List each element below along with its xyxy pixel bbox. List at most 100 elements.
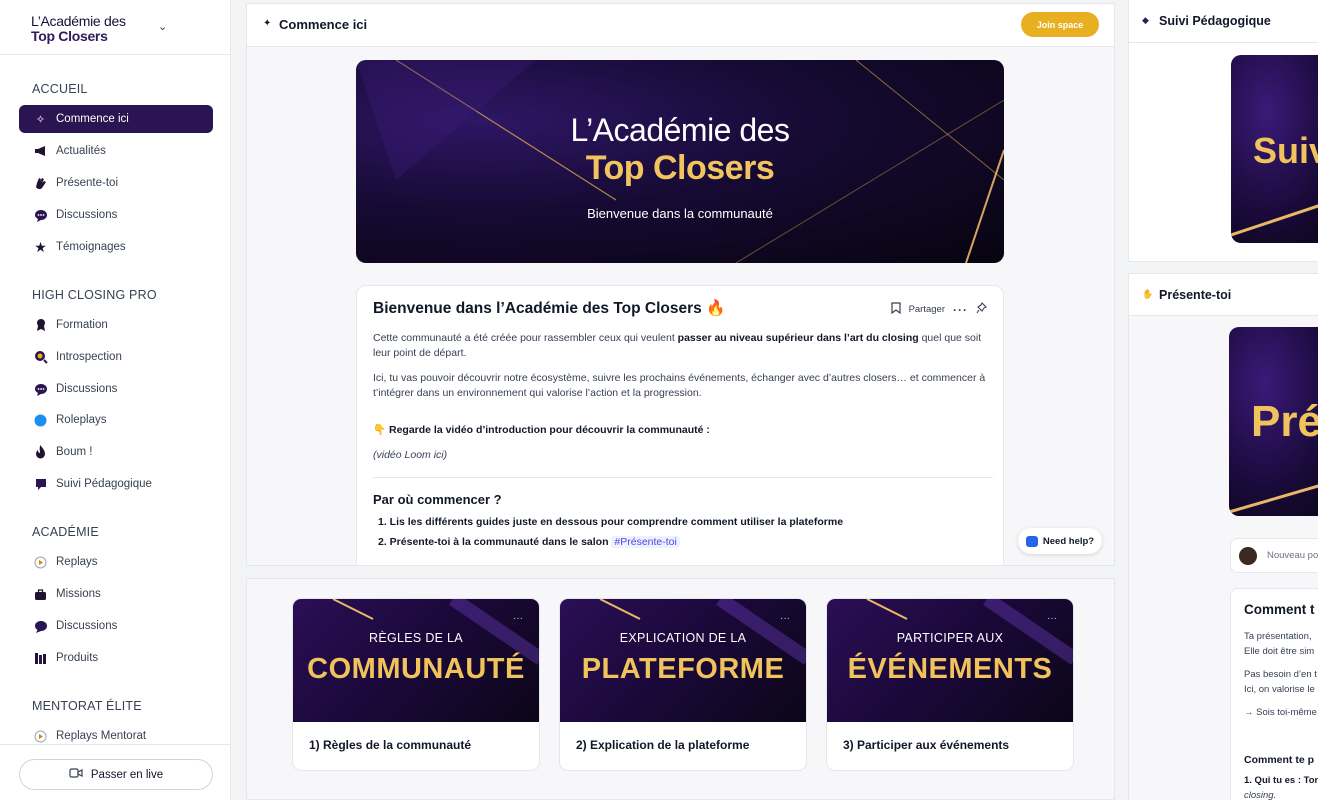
- sidebar-item-replays-mentorat[interactable]: Replays Mentorat: [19, 722, 213, 750]
- magnifier-icon: [33, 350, 48, 365]
- steps-list: 1. Lis les différents guides juste en de…: [373, 515, 993, 550]
- panel-title: Présente-toi: [1159, 288, 1232, 302]
- sidebar-item-discussions-academie[interactable]: Discussions: [19, 612, 213, 640]
- need-help-button[interactable]: Need help?: [1018, 528, 1102, 554]
- sidebar-item-introspection[interactable]: Introspection: [19, 343, 213, 371]
- sidebar-item-discussions[interactable]: Discussions: [19, 201, 213, 229]
- card-title: 2) Explication de la plateforme: [576, 738, 750, 752]
- new-post-placeholder: Nouveau po: [1267, 550, 1318, 561]
- panel-image[interactable]: Pré: [1229, 327, 1318, 516]
- divider: [373, 477, 993, 478]
- text-italic: (vidéo Loom ici): [373, 449, 448, 461]
- go-live-button[interactable]: Passer en live: [19, 759, 213, 790]
- post-body: Cette communauté a été créée pour rassem…: [373, 331, 993, 555]
- guide-card[interactable]: RÈGLES DE LA COMMUNAUTÉ ··· 1) Règles de…: [292, 598, 540, 771]
- sidebar-item-label: Témoignages: [56, 241, 126, 253]
- avatar: [1239, 547, 1257, 565]
- panel-image[interactable]: Suiv: [1231, 55, 1318, 243]
- chat-bubble-icon: [33, 382, 48, 397]
- wave-hand-icon: ✋: [1142, 289, 1154, 299]
- guide-card[interactable]: EXPLICATION DE LA PLATEFORME ··· 2) Expl…: [559, 598, 807, 771]
- section-title-mentorat-elite: MENTORAT ÉLITE: [32, 699, 142, 713]
- megaphone-icon: [33, 144, 48, 159]
- sidebar-item-produits[interactable]: Produits: [19, 644, 213, 672]
- sidebar-item-label: Formation: [56, 319, 108, 331]
- more-options-icon[interactable]: ···: [513, 613, 523, 624]
- sidebar-item-presente-toi[interactable]: Présente-toi: [19, 169, 213, 197]
- community-switcher[interactable]: L’Académie des Top Closers ⌄: [0, 0, 230, 55]
- sidebar-item-label: Missions: [56, 588, 101, 600]
- sidebar-item-commence-ici[interactable]: ✧ Commence ici: [19, 105, 213, 133]
- section-title-accueil: ACCUEIL: [32, 82, 88, 96]
- list-item: 2. Présente-toi à la communauté dans le …: [373, 535, 993, 550]
- post-paragraph-italic: (vidéo Loom ici): [373, 448, 993, 463]
- new-post-input[interactable]: Nouveau po: [1230, 538, 1318, 573]
- briefcase-icon: [33, 587, 48, 602]
- sidebar-item-boum[interactable]: Boum !: [19, 438, 213, 466]
- star-icon: ★: [34, 238, 47, 255]
- panel-header: ◆ Suivi Pédagogique: [1129, 0, 1318, 43]
- join-space-button[interactable]: Join space: [1021, 12, 1099, 37]
- pin-icon: ✧: [35, 113, 46, 126]
- more-options-icon[interactable]: ···: [1047, 613, 1057, 624]
- sidebar-item-label: Présente-toi: [56, 177, 119, 189]
- bookmark-icon[interactable]: [890, 302, 901, 317]
- sidebar-item-missions[interactable]: Missions: [19, 580, 213, 608]
- post-paragraph: Cette communauté a été créée pour rassem…: [373, 331, 993, 361]
- sidebar-item-temoignages[interactable]: ★ Témoignages: [19, 233, 213, 261]
- text: 2. Présente-toi à la communauté dans le …: [378, 536, 612, 548]
- sidebar-item-replays[interactable]: Replays: [19, 548, 213, 576]
- post-text: Pas besoin d’en t: [1244, 669, 1317, 680]
- sidebar-item-label: Discussions: [56, 620, 118, 632]
- share-button[interactable]: Partager: [909, 304, 945, 315]
- section-title-academie: ACADÉMIE: [32, 525, 99, 539]
- sidebar-item-label: Discussions: [56, 383, 118, 395]
- need-help-label: Need help?: [1042, 535, 1095, 547]
- play-icon: [33, 555, 48, 570]
- more-options-icon[interactable]: ···: [953, 303, 968, 317]
- card-image: EXPLICATION DE LA PLATEFORME ···: [560, 599, 806, 722]
- post-text: → Sois toi-même: [1244, 707, 1317, 718]
- chevron-down-icon[interactable]: ⌄: [158, 20, 167, 33]
- hero-subtitle: Bienvenue dans la communauté: [587, 206, 773, 221]
- post-paragraph-bold: 👇 Regarde la vidéo d’introduction pour d…: [373, 423, 993, 438]
- sidebar-item-roleplays[interactable]: Roleplays: [19, 406, 213, 434]
- post-title: Comment t: [1244, 602, 1315, 617]
- page-title: Commence ici: [279, 17, 368, 32]
- sidebar-item-label: Introspection: [56, 351, 122, 363]
- bookmark-icon: ◆: [1142, 15, 1149, 25]
- chat-icon: [1025, 535, 1038, 547]
- post-text: closing.: [1244, 790, 1277, 800]
- card-image-title: ÉVÉNEMENTS: [847, 653, 1053, 685]
- sidebar-item-discussions-pro[interactable]: Discussions: [19, 375, 213, 403]
- panel-image-text: Suiv: [1253, 130, 1318, 171]
- medal-icon: [33, 318, 48, 333]
- sidebar-item-label: Discussions: [56, 209, 118, 221]
- text-bold: 👇 Regarde la vidéo d’introduction pour d…: [373, 424, 710, 436]
- go-live-label: Passer en live: [90, 768, 164, 781]
- channel-link[interactable]: #Présente-toi: [611, 536, 680, 548]
- more-options-icon[interactable]: ···: [780, 613, 790, 624]
- post-heading: Par où commencer ?: [373, 492, 502, 507]
- sidebar-item-label: Actualités: [56, 145, 106, 157]
- sidebar-item-actualites[interactable]: Actualités: [19, 137, 213, 165]
- sidebar-item-suivi-pedagogique[interactable]: Suivi Pédagogique: [19, 470, 213, 498]
- welcome-post: Bienvenue dans l’Académie des Top Closer…: [356, 285, 1004, 565]
- books-icon: [33, 651, 48, 666]
- panel-image-text: Pré: [1251, 397, 1318, 446]
- hero-title-line2: Top Closers: [585, 149, 775, 187]
- guides-panel: RÈGLES DE LA COMMUNAUTÉ ··· 1) Règles de…: [246, 578, 1115, 800]
- card-image: RÈGLES DE LA COMMUNAUTÉ ···: [293, 599, 539, 722]
- main-panel: ✦ Commence ici Join space L’Académie des…: [246, 3, 1115, 566]
- guide-card[interactable]: PARTICIPER AUX ÉVÉNEMENTS ··· 3) Partici…: [826, 598, 1074, 771]
- text-bold: passer au niveau supérieur dans l’art du…: [677, 332, 919, 344]
- hero-title-line1: L’Académie des: [570, 112, 790, 148]
- sidebar-item-formation[interactable]: Formation: [19, 311, 213, 339]
- pin-icon[interactable]: [976, 302, 987, 317]
- hero-banner: L’Académie des Top Closers Bienvenue dan…: [356, 60, 1004, 263]
- card-image: PARTICIPER AUX ÉVÉNEMENTS ···: [827, 599, 1073, 722]
- sidebar-item-label: Produits: [56, 652, 99, 664]
- sidebar-item-label: Suivi Pédagogique: [56, 478, 152, 490]
- post-actions: Partager ···: [890, 302, 987, 317]
- brand-name-line1: L’Académie des: [31, 13, 126, 29]
